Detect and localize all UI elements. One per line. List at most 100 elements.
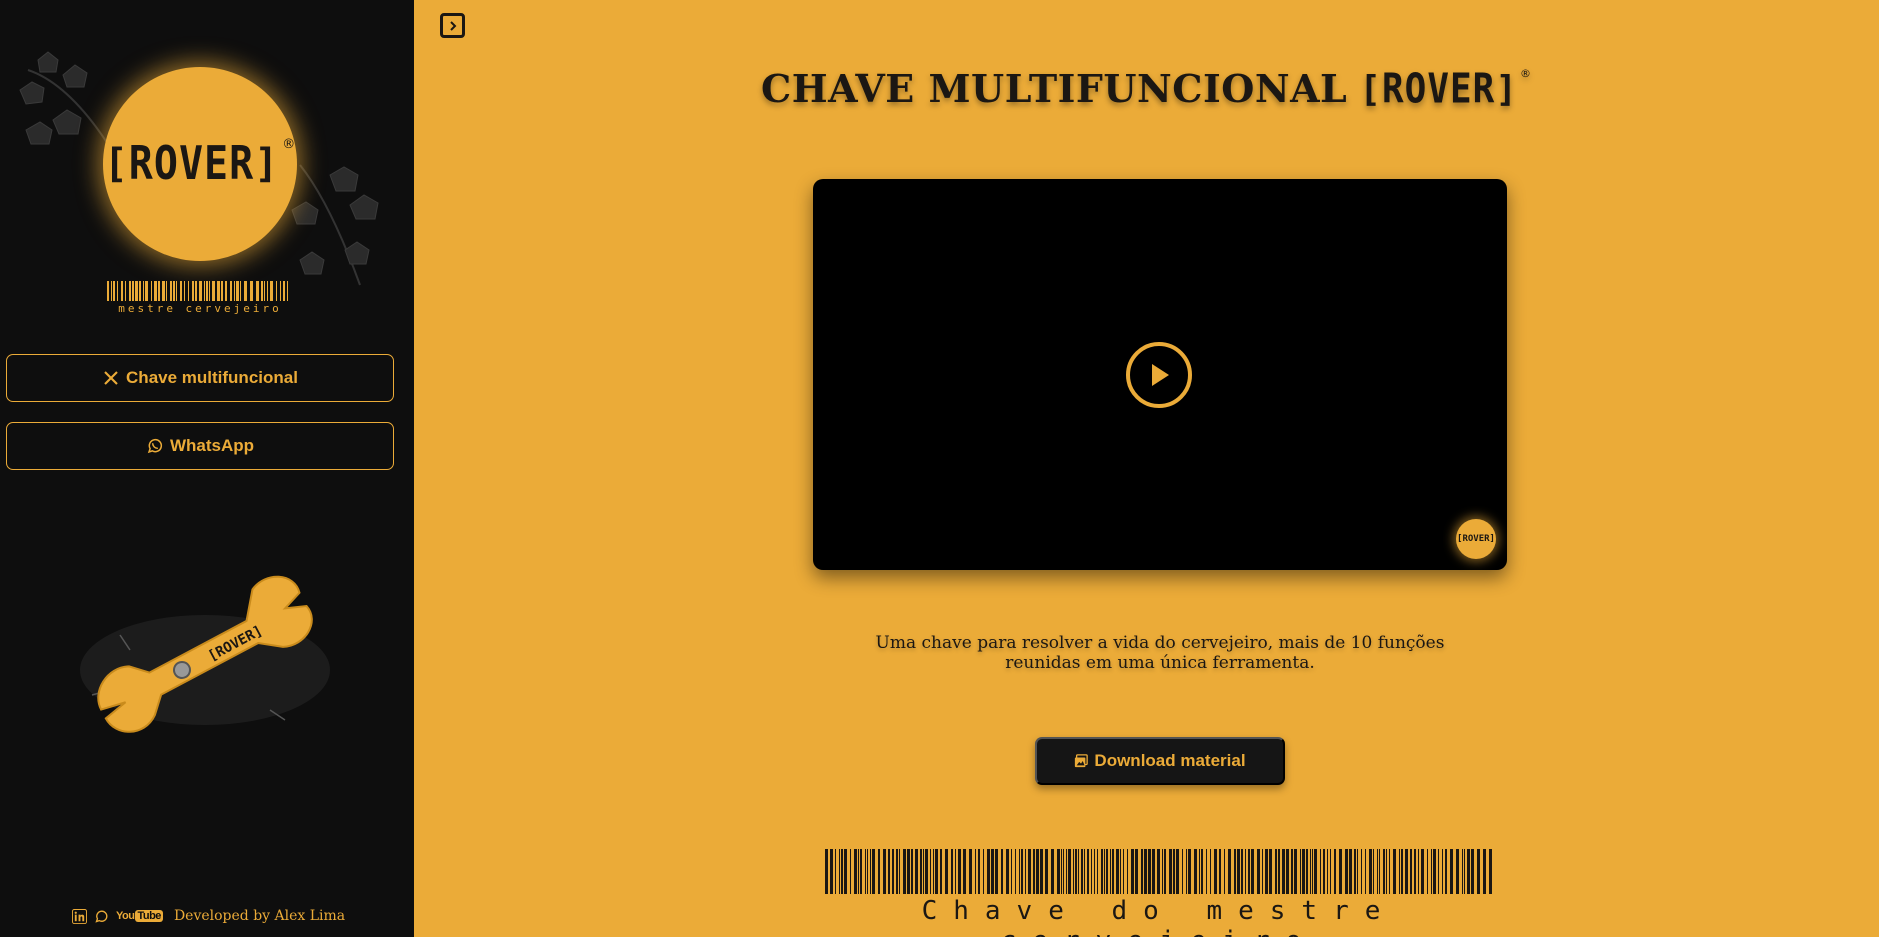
- multitool-wrench-illustration: [ROVER]: [80, 575, 330, 733]
- barcode-bar: [1164, 849, 1166, 894]
- barcode-bar: [1084, 849, 1085, 894]
- barcode-bar: [1320, 849, 1321, 894]
- barcode-bar: [1241, 849, 1243, 894]
- barcode-bar: [1033, 849, 1035, 894]
- barcode-bar: [225, 281, 227, 301]
- barcode-bar: [113, 281, 115, 301]
- barcode-bar: [1131, 849, 1134, 894]
- barcode-bar: [1265, 849, 1268, 894]
- barcode-bar: [1068, 849, 1071, 894]
- barcode-bar: [854, 849, 857, 894]
- tools-icon: [104, 371, 118, 385]
- barcode-bar: [978, 849, 980, 894]
- barcode-bar: [867, 849, 868, 894]
- barcode-bar: [945, 849, 948, 894]
- barcode-bar: [135, 281, 138, 301]
- barcode-bar: [240, 281, 241, 301]
- barcode-bar: [117, 281, 118, 301]
- barcode-bar: [129, 281, 131, 301]
- nav-whatsapp-label: WhatsApp: [169, 436, 255, 455]
- barcode-bar: [1323, 849, 1325, 894]
- barcode-bar: [1214, 849, 1217, 894]
- nav-chave-multifuncional-button[interactable]: Chave multifuncional: [6, 354, 394, 402]
- barcode-bar: [844, 849, 847, 894]
- barcode-bar: [1237, 849, 1240, 894]
- linkedin-icon[interactable]: [72, 908, 87, 924]
- barcode-bar: [935, 849, 938, 894]
- barcode-bar: [111, 281, 112, 301]
- barcode-bar: [1104, 849, 1105, 894]
- barcode-bar: [1101, 849, 1103, 894]
- whatsapp-icon[interactable]: [94, 909, 109, 924]
- barcode-bar: [256, 281, 259, 301]
- barcode-bar: [991, 849, 994, 894]
- barcode-bar: [1383, 849, 1385, 894]
- barcode-bar: [915, 849, 918, 894]
- barcode-bar: [1234, 849, 1236, 894]
- play-button[interactable]: [1126, 342, 1192, 408]
- barcode-bar: [1414, 849, 1416, 894]
- youtube-icon[interactable]: You Tube: [116, 910, 163, 922]
- barcode-bar: [107, 281, 109, 301]
- barcode-bar: [983, 849, 984, 894]
- sidebar-toggle-button[interactable]: [440, 13, 465, 38]
- title-text: CHAVE MULTIFUNCIONAL: [760, 66, 1348, 111]
- barcode-bar: [1201, 849, 1203, 894]
- barcode-bar: [1152, 849, 1155, 894]
- title-brand-logo: [ROVER] ®: [1359, 65, 1533, 114]
- barcode-bar: [121, 281, 123, 301]
- barcode-bar: [1176, 849, 1179, 894]
- barcode-bar: [1006, 849, 1009, 894]
- barcode-bar: [287, 281, 288, 301]
- barcode-bar: [184, 281, 185, 301]
- barcode-bar: [1120, 849, 1121, 894]
- download-label: Download material: [1094, 751, 1246, 770]
- barcode-bar: [1393, 849, 1396, 894]
- barcode-bar: [1194, 849, 1197, 894]
- barcode-bar: [1379, 849, 1380, 894]
- barcode-bar: [841, 849, 843, 894]
- barcode-bar: [923, 849, 924, 894]
- barcode-bar: [1377, 849, 1378, 894]
- barcode-bar: [1199, 849, 1200, 894]
- barcode-bar: [125, 281, 126, 301]
- barcode-bar: [872, 849, 875, 894]
- nav-whatsapp-button[interactable]: WhatsApp: [6, 422, 394, 470]
- barcode-bar: [878, 849, 880, 894]
- barcode-bar: [1361, 849, 1362, 894]
- barcode-bar: [888, 849, 890, 894]
- sidebar: [ROVER] ® mestre cervejeiro Chave multifu…: [0, 0, 414, 937]
- barcode-bar: [1286, 849, 1289, 894]
- barcode-bar: [1182, 849, 1183, 894]
- barcode-bar: [958, 849, 961, 894]
- barcode-bar: [1061, 849, 1062, 894]
- barcode-bar: [1369, 849, 1372, 894]
- barcode-bar: [1123, 849, 1124, 894]
- developer-credit: Developed by Alex Lima: [173, 908, 346, 924]
- barcode-bar: [907, 849, 910, 894]
- barcode-bar: [835, 849, 836, 894]
- barcode-bar: [221, 281, 223, 301]
- barcode-bar: [230, 281, 232, 301]
- barcode-bar: [1057, 849, 1060, 894]
- hop-vine-right-decoration: [291, 164, 379, 286]
- download-material-button[interactable]: Download material: [1035, 737, 1285, 785]
- barcode-bar: [1312, 849, 1313, 894]
- barcode-bar: [1025, 849, 1026, 894]
- barcode-bar: [1354, 849, 1356, 894]
- barcode-bar: [1206, 849, 1207, 894]
- barcode-bar: [195, 281, 197, 301]
- barcode-bar: [892, 849, 894, 894]
- barcode-bar: [1310, 849, 1311, 894]
- barcode-bar: [1291, 849, 1293, 894]
- barcode-bar: [1278, 849, 1280, 894]
- barcode-bar: [865, 849, 866, 894]
- barcode-bar: [1228, 849, 1231, 894]
- barcode-bar: [1269, 849, 1272, 894]
- video-player[interactable]: [ROVER]: [813, 179, 1507, 570]
- barcode-bar: [1282, 849, 1285, 894]
- barcode-bar: [1334, 849, 1336, 894]
- barcode-bar: [1094, 849, 1095, 894]
- barcode-bar: [1148, 849, 1151, 894]
- barcode-bar: [1450, 849, 1453, 894]
